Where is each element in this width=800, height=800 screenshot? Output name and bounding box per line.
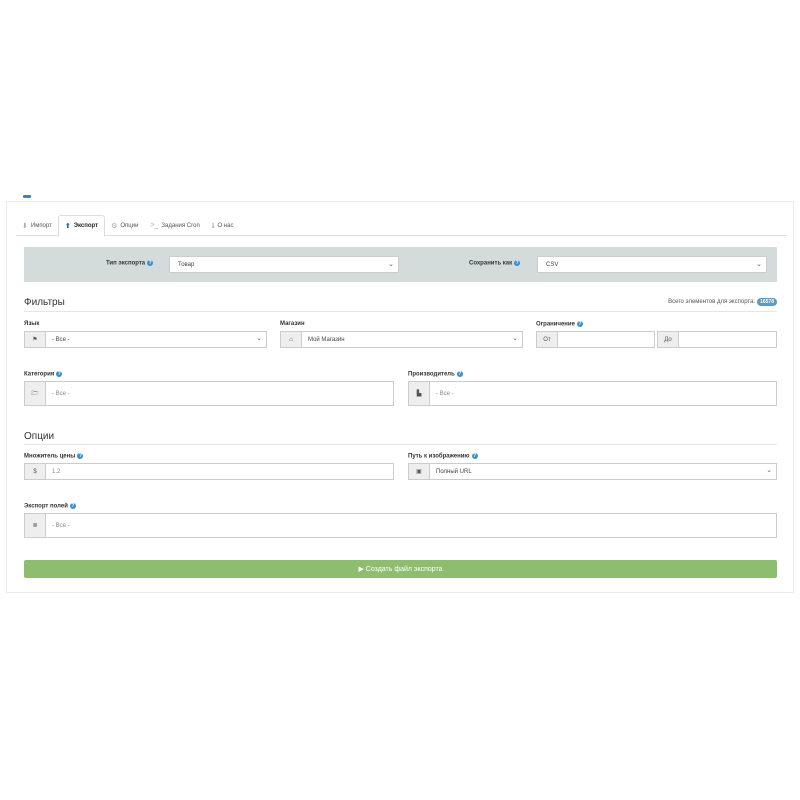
export-fields-select[interactable]: ≣ - Все - (24, 513, 777, 538)
gear-icon: ⚙ (111, 222, 118, 230)
export-type-label: Тип экспорта? (106, 260, 154, 267)
tab-label: Экспорт (73, 223, 99, 229)
filters-title: Фильтры (24, 297, 65, 308)
export-type-bar: Тип экспорта? Товар ⌄ Сохранить как? CSV… (24, 247, 777, 282)
help-icon[interactable]: ? (56, 371, 63, 377)
tab-label: Задания Cron (161, 222, 200, 229)
tab-label: Импорт (30, 222, 52, 229)
category-select[interactable]: 🗁 - Все - (24, 381, 394, 406)
help-icon[interactable]: ? (147, 260, 154, 266)
export-type-select[interactable]: Товар ⌄ (169, 256, 399, 273)
help-icon[interactable]: ? (471, 453, 478, 459)
tab-options[interactable]: ⚙ Опции (105, 215, 144, 236)
language-select[interactable]: ⚑ - Все - ⌄ (24, 331, 267, 348)
limit-from-group: От (536, 331, 655, 348)
tab-export[interactable]: ⬆ Экспорт (57, 215, 106, 237)
store-value: Мой Магазин (308, 336, 345, 343)
tab-about[interactable]: ℹ О нас (206, 215, 240, 236)
manufacturer-select[interactable]: ▙ - Все - (408, 381, 777, 406)
image-path-value: Полный URL (436, 468, 472, 475)
limit-to-group: До (657, 331, 777, 348)
price-multiplier-label: Множитель цены? (24, 453, 84, 460)
home-icon: ⌂ (281, 332, 302, 347)
image-icon: ▣ (409, 464, 430, 479)
industry-icon: ▙ (409, 382, 430, 405)
export-panel: ⬇ Импорт ⬆ Экспорт ⚙ Опции >_ Задания Cr… (6, 195, 794, 593)
chevron-down-icon: ⌄ (388, 261, 394, 268)
language-label: Язык (24, 321, 40, 327)
chevron-down-icon: ⌄ (512, 335, 518, 342)
save-as-value: CSV (546, 261, 559, 268)
info-icon: ℹ (211, 222, 215, 230)
save-as-select[interactable]: CSV ⌄ (537, 256, 767, 273)
limit-label: Ограничение? (536, 321, 583, 328)
export-fields-value: - Все - (52, 522, 70, 529)
help-icon[interactable]: ? (77, 453, 84, 459)
tab-label: Опции (120, 222, 139, 229)
export-fields-label: Экспорт полей? (24, 503, 76, 510)
help-icon[interactable]: ? (514, 260, 521, 266)
save-as-label: Сохранить как? (469, 260, 521, 267)
image-path-label: Путь к изображению? (408, 453, 478, 460)
panel-marker (23, 195, 31, 198)
tab-bar: ⬇ Импорт ⬆ Экспорт ⚙ Опции >_ Задания Cr… (16, 215, 787, 237)
store-select[interactable]: ⌂ Мой Магазин ⌄ (280, 331, 523, 348)
terminal-icon: >_ (150, 222, 159, 229)
tab-import[interactable]: ⬇ Импорт (16, 215, 58, 236)
create-export-button[interactable]: ▶ Создать файл экспорта (24, 560, 777, 578)
help-icon[interactable]: ? (456, 371, 463, 377)
category-value: - Все - (52, 390, 70, 397)
category-label: Категория? (24, 371, 63, 378)
upload-icon: ⬆ (64, 223, 71, 230)
language-value: - Все - (52, 336, 70, 343)
folder-icon: 🗁 (25, 382, 46, 405)
options-title: Опции (24, 431, 55, 442)
price-multiplier-input[interactable]: 1.2 (46, 464, 393, 479)
export-type-value: Товар (178, 261, 195, 268)
from-label: От (537, 332, 558, 347)
download-icon: ⬇ (22, 222, 28, 230)
flag-icon: ⚑ (25, 332, 46, 347)
chevron-down-icon: ⌄ (766, 467, 772, 474)
count-badge: 16578 (757, 298, 777, 306)
to-label: До (658, 332, 679, 347)
limit-to-input[interactable] (679, 332, 776, 347)
store-label: Магазин (280, 321, 305, 327)
chevron-down-icon: ⌄ (756, 261, 762, 268)
manufacturer-value: - Все - (436, 390, 454, 397)
chevron-down-icon: ⌄ (256, 335, 262, 342)
limit-from-input[interactable] (558, 332, 654, 347)
total-export-count: Всего элементов для экспорта: 16578 (668, 298, 777, 306)
help-icon[interactable]: ? (69, 503, 76, 509)
tab-label: О нас (217, 222, 234, 229)
divider (24, 311, 777, 312)
tab-cron[interactable]: >_ Задания Cron (144, 215, 205, 236)
manufacturer-label: Производитель? (408, 371, 463, 378)
list-icon: ≣ (25, 514, 46, 537)
dollar-addon: $ (25, 464, 46, 479)
help-icon[interactable]: ? (576, 321, 583, 327)
price-multiplier-group: $ 1.2 (24, 463, 394, 480)
image-path-select[interactable]: ▣ Полный URL ⌄ (408, 463, 777, 480)
divider (24, 444, 777, 445)
